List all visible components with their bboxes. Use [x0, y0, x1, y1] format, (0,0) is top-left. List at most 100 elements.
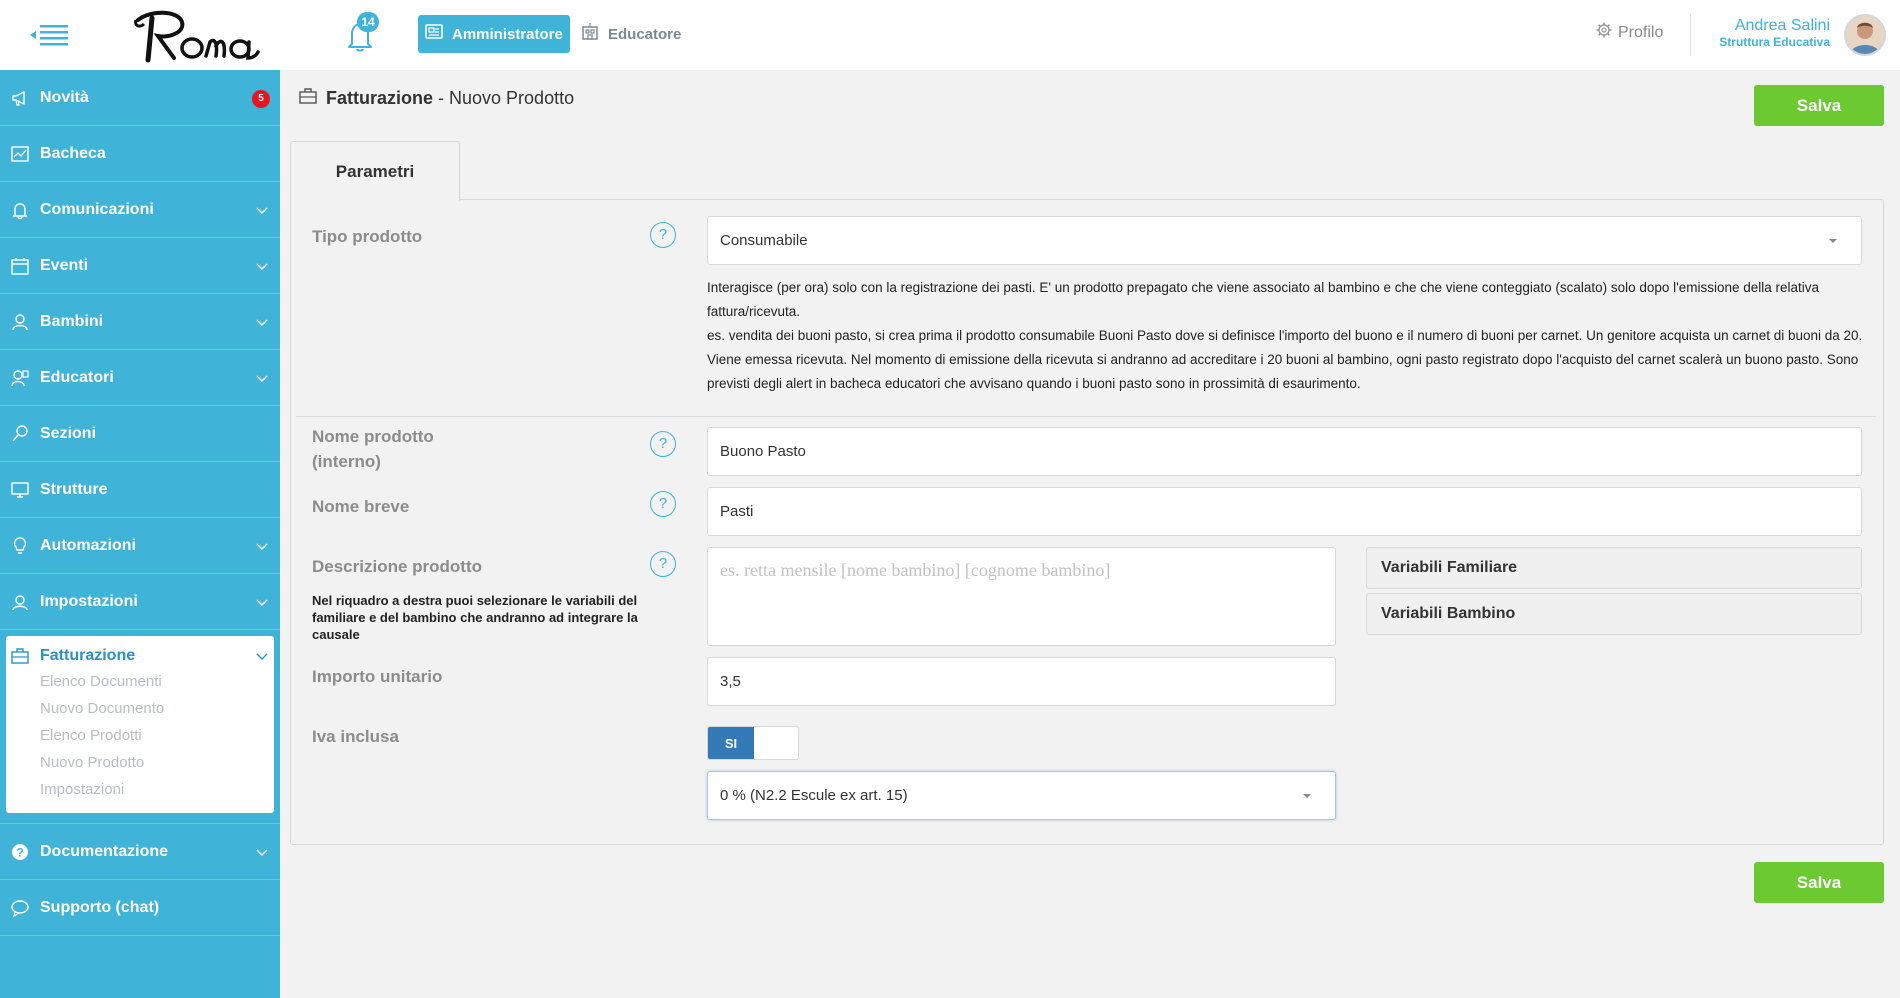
settings-icon: [10, 592, 30, 612]
nome-prodotto-input[interactable]: Buono Pasto: [707, 427, 1862, 476]
importo-value: 3,5: [720, 673, 741, 690]
description-paragraph: Interagisce (per ora) solo con la regist…: [707, 280, 1820, 319]
descrizione-label: Descrizione prodotto: [312, 557, 483, 576]
iva-label: Iva inclusa: [312, 727, 399, 746]
gear-icon: [1596, 22, 1612, 43]
subitem-impostazioni[interactable]: Impostazioni: [6, 776, 274, 803]
importo-input[interactable]: 3,5: [707, 657, 1336, 706]
role-educator-button[interactable]: Educatore: [580, 15, 681, 53]
tipo-prodotto-label: Tipo prodotto: [312, 227, 423, 246]
briefcase-icon: [10, 646, 30, 666]
sidebar-item-label: Bambini: [40, 312, 104, 330]
sidebar-item-novita[interactable]: Novità 5: [0, 70, 280, 126]
tipo-prodotto-value: Consumabile: [720, 232, 808, 249]
help-icon[interactable]: ?: [650, 222, 676, 248]
svg-text:?: ?: [16, 845, 23, 859]
subitem-elenco-documenti[interactable]: Elenco Documenti: [6, 668, 274, 695]
menu-toggle-icon[interactable]: [28, 20, 72, 50]
header-divider: [1690, 14, 1691, 56]
sidebar-item-label: Strutture: [40, 480, 108, 498]
role-admin-label: Amministratore: [452, 25, 563, 43]
chevron-down-icon: [256, 314, 268, 332]
roma-logo[interactable]: [130, 6, 262, 64]
variabili-bambino-button[interactable]: Variabili Bambino: [1366, 593, 1862, 635]
help-icon[interactable]: ?: [650, 431, 676, 457]
sidebar-item-label: Fatturazione: [40, 647, 136, 664]
sidebar-item-fatturazione[interactable]: Fatturazione: [6, 644, 274, 668]
page-title-section: Fatturazione: [326, 88, 434, 108]
question-circle-icon: ?: [10, 842, 30, 862]
iva-toggle-on: SI: [708, 727, 754, 759]
top-header: 14 Amministratore Educatore Profilo Andr…: [0, 0, 1900, 70]
tab-parametri[interactable]: Parametri: [290, 141, 460, 201]
sidebar-item-bacheca[interactable]: Bacheca: [0, 126, 280, 182]
sections-icon: [10, 424, 30, 444]
child-icon: [10, 312, 30, 332]
sidebar-item-documentazione[interactable]: ? Documentazione: [0, 824, 280, 880]
sidebar-item-automazioni[interactable]: Automazioni: [0, 518, 280, 574]
briefcase-icon: [298, 86, 318, 111]
avatar[interactable]: [1844, 14, 1886, 56]
nome-prodotto-label: Nome prodotto (interno): [312, 427, 434, 471]
sidebar-item-label: Bacheca: [40, 144, 106, 162]
chevron-down-icon: [256, 370, 268, 388]
section-divider: [296, 416, 1876, 417]
importo-label: Importo unitario: [312, 667, 443, 686]
chat-icon: [10, 898, 30, 918]
save-button-top[interactable]: Salva: [1754, 85, 1884, 126]
sidebar-item-label: Eventi: [40, 256, 89, 274]
subitem-nuovo-prodotto[interactable]: Nuovo Prodotto: [6, 749, 274, 776]
sidebar-item-supporto[interactable]: Supporto (chat): [0, 880, 280, 936]
chevron-down-icon: [256, 538, 268, 556]
help-icon[interactable]: ?: [650, 491, 676, 517]
chevron-down-icon: [256, 258, 268, 276]
sidebar-item-label: Documentazione: [40, 842, 169, 860]
role-administrator-button[interactable]: Amministratore: [418, 15, 570, 53]
sidebar-item-sezioni[interactable]: Sezioni: [0, 406, 280, 462]
profile-label: Profilo: [1618, 23, 1664, 41]
descrizione-note: Nel riquadro a destra puoi selezionare l…: [312, 593, 638, 642]
nome-prodotto-value: Buono Pasto: [720, 443, 806, 460]
tipo-prodotto-description: Interagisce (per ora) solo con la regist…: [707, 276, 1867, 396]
save-button-bottom[interactable]: Salva: [1754, 862, 1884, 903]
sidebar-item-educatori[interactable]: Educatori: [0, 350, 280, 406]
dropdown-arrow-icon: [1829, 238, 1837, 243]
subitem-elenco-prodotti[interactable]: Elenco Prodotti: [6, 722, 274, 749]
role-educator-label: Educatore: [608, 25, 682, 43]
subitem-nuovo-documento[interactable]: Nuovo Documento: [6, 695, 274, 722]
profile-link[interactable]: Profilo: [1596, 22, 1663, 43]
help-icon[interactable]: ?: [650, 551, 676, 577]
sidebar-item-comunicazioni[interactable]: Comunicazioni: [0, 182, 280, 238]
admin-board-icon: [424, 22, 444, 46]
iva-rate-select[interactable]: 0 % (N2.2 Escule ex art. 15): [707, 771, 1336, 820]
calendar-icon: [10, 256, 30, 276]
sidebar-item-label: Educatori: [40, 368, 114, 386]
nome-breve-value: Pasti: [720, 503, 754, 520]
sidebar-item-label: Impostazioni: [40, 592, 138, 610]
variabili-familiare-button[interactable]: Variabili Familiare: [1366, 547, 1862, 589]
educator-icon: [10, 368, 30, 388]
iva-rate-value: 0 % (N2.2 Escule ex art. 15): [720, 787, 908, 804]
chevron-down-icon: [256, 594, 268, 612]
nome-breve-input[interactable]: Pasti: [707, 487, 1862, 536]
iva-toggle[interactable]: SI: [707, 726, 799, 760]
tipo-prodotto-select[interactable]: Consumabile: [707, 216, 1862, 265]
user-info[interactable]: Andrea Salini Struttura Educativa: [1719, 17, 1830, 49]
sidebar-section-fatturazione: Fatturazione Elenco Documenti Nuovo Docu…: [6, 636, 274, 813]
monitor-icon: [10, 480, 30, 500]
user-name: Andrea Salini: [1734, 17, 1830, 34]
sidebar-item-bambini[interactable]: Bambini: [0, 294, 280, 350]
sidebar-item-label: Automazioni: [40, 536, 136, 554]
sidebar-item-eventi[interactable]: Eventi: [0, 238, 280, 294]
dropdown-arrow-icon: [1303, 793, 1311, 798]
sidebar-item-label: Supporto (chat): [40, 898, 160, 916]
descrizione-textarea[interactable]: es. retta mensile [nome bambino] [cognom…: [707, 547, 1336, 646]
notifications-badge: 14: [357, 12, 379, 32]
sidebar: Novità 5 Bacheca Comunicazioni Eventi Ba…: [0, 70, 280, 998]
chevron-down-icon: [256, 202, 268, 220]
chevron-down-icon: [256, 648, 268, 666]
user-role: Struttura Educativa: [1719, 35, 1830, 49]
sidebar-item-impostazioni[interactable]: Impostazioni: [0, 574, 280, 630]
sidebar-item-strutture[interactable]: Strutture: [0, 462, 280, 518]
description-paragraph: es. vendita dei buoni pasto, si crea pri…: [707, 328, 1863, 391]
